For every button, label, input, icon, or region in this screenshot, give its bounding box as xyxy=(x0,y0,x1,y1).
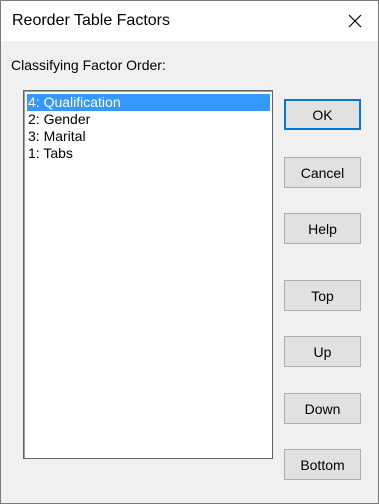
down-button[interactable]: Down xyxy=(284,393,361,424)
cancel-button[interactable]: Cancel xyxy=(284,157,361,188)
list-item-marital[interactable]: 3: Marital xyxy=(27,128,270,145)
ok-button[interactable]: OK xyxy=(284,99,361,130)
top-button[interactable]: Top xyxy=(284,280,361,311)
close-icon xyxy=(348,14,362,28)
up-button[interactable]: Up xyxy=(284,336,361,367)
reorder-dialog: Reorder Table Factors Classifying Factor… xyxy=(0,0,379,504)
list-item-qualification[interactable]: 4: Qualification xyxy=(27,94,270,111)
factor-order-listbox[interactable]: 4: Qualification 2: Gender 3: Marital 1:… xyxy=(23,90,273,459)
bottom-button[interactable]: Bottom xyxy=(284,449,361,480)
help-button[interactable]: Help xyxy=(284,213,361,244)
window-title: Reorder Table Factors xyxy=(12,12,170,29)
title-bar: Reorder Table Factors xyxy=(1,1,378,41)
list-item-gender[interactable]: 2: Gender xyxy=(27,111,270,128)
factor-order-label: Classifying Factor Order: xyxy=(11,57,166,73)
list-item-tabs[interactable]: 1: Tabs xyxy=(27,145,270,162)
close-button[interactable] xyxy=(332,1,378,41)
